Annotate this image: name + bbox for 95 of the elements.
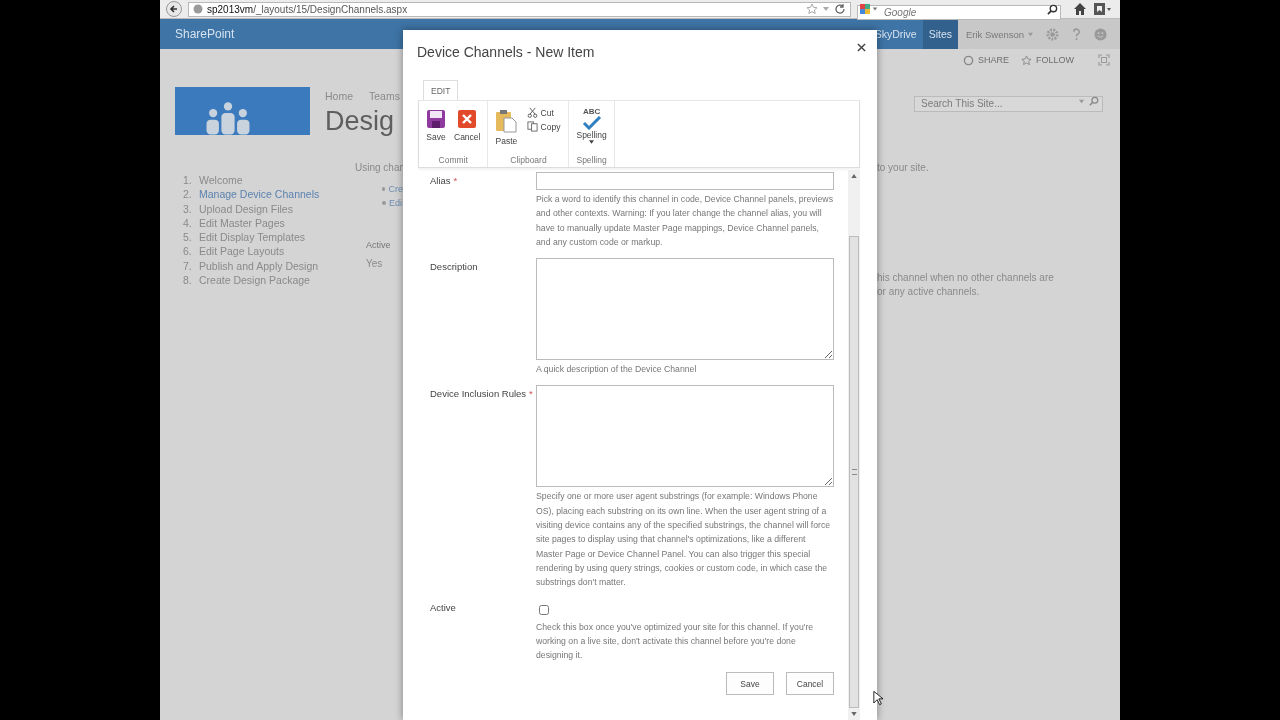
clipboard-icon bbox=[495, 109, 518, 133]
copy-button[interactable]: Copy bbox=[524, 120, 563, 133]
caret-icon bbox=[1028, 31, 1034, 37]
action-link[interactable]: Cre bbox=[388, 182, 403, 196]
form-button[interactable]: Cancel bbox=[786, 672, 834, 696]
cancel-button[interactable]: Cancel bbox=[450, 105, 485, 142]
scissors-icon bbox=[526, 107, 538, 118]
nav-link[interactable]: Manage Device Channels bbox=[199, 187, 320, 202]
body-text: or any active channels. bbox=[877, 285, 981, 299]
intro-text: Using chan bbox=[355, 161, 403, 175]
group-label: Commit bbox=[438, 155, 468, 165]
site-logo[interactable] bbox=[175, 87, 310, 135]
address-field[interactable]: sp2013vm/_layouts/15/DesignChannels.aspx bbox=[188, 1, 851, 17]
bullet-icon bbox=[382, 187, 386, 191]
table-cell-text: Yes bbox=[366, 257, 384, 271]
checkbox[interactable] bbox=[539, 604, 549, 615]
group-label: Spelling bbox=[576, 155, 607, 165]
suite-link[interactable]: Sites bbox=[922, 19, 958, 49]
nav-link[interactable]: Welcome bbox=[199, 173, 243, 188]
step-number: 8. bbox=[183, 273, 193, 288]
help-icon[interactable] bbox=[1072, 27, 1082, 41]
step-number: 6. bbox=[183, 244, 193, 259]
field-label: Active bbox=[430, 601, 456, 615]
close-icon[interactable] bbox=[857, 42, 866, 52]
nav-link[interactable]: Home bbox=[325, 90, 353, 102]
home-icon[interactable] bbox=[1073, 2, 1087, 16]
refresh-icon[interactable] bbox=[834, 3, 846, 15]
url-text: sp2013vm/_layouts/15/DesignChannels.aspx bbox=[207, 3, 408, 15]
search-field[interactable]: Search This Site... bbox=[914, 95, 1103, 112]
field-label: Description bbox=[430, 261, 478, 275]
google-icon bbox=[860, 4, 870, 14]
copy-icon bbox=[526, 121, 538, 132]
text-area[interactable] bbox=[536, 258, 834, 361]
field-label: Device Inclusion Rules bbox=[430, 388, 527, 402]
scroll-up-icon[interactable] bbox=[851, 174, 857, 178]
body-text: his channel when no other channels are bbox=[877, 271, 1054, 285]
step-number: 2. bbox=[183, 187, 193, 202]
search-icon[interactable] bbox=[1047, 3, 1058, 15]
nav-link[interactable]: Teams bbox=[369, 90, 400, 102]
step-number: 4. bbox=[183, 215, 193, 231]
nav-link[interactable]: Edit Page Layouts bbox=[199, 244, 285, 259]
search-field[interactable]: Google bbox=[857, 4, 1061, 20]
smiley-icon[interactable] bbox=[1094, 27, 1108, 41]
dropdown-icon[interactable] bbox=[1078, 97, 1085, 105]
bookmarks-icon[interactable] bbox=[1093, 2, 1111, 16]
column-header: Active bbox=[366, 240, 392, 250]
page-title: Desig bbox=[325, 105, 396, 137]
caret-icon bbox=[589, 140, 595, 144]
save-button[interactable]: Save bbox=[422, 105, 450, 142]
ribbon-tab[interactable]: EDIT bbox=[423, 80, 459, 100]
field-label: Alias bbox=[430, 175, 451, 188]
step-number: 7. bbox=[183, 258, 193, 274]
nav-link[interactable]: Upload Design Files bbox=[199, 201, 293, 216]
share-icon bbox=[962, 54, 974, 66]
dropdown-icon[interactable] bbox=[822, 5, 830, 13]
scroll-thumb[interactable] bbox=[849, 236, 859, 708]
brand-name[interactable]: SharePoint bbox=[175, 27, 235, 41]
step-number: 5. bbox=[183, 230, 193, 245]
focus-icon[interactable] bbox=[1098, 54, 1110, 66]
user-menu[interactable]: Erik Swenson bbox=[966, 28, 1025, 40]
back-icon[interactable] bbox=[166, 1, 182, 17]
follow-link[interactable]: FOLLOW bbox=[1021, 54, 1074, 66]
nav-link[interactable]: Publish and Apply Design bbox=[199, 258, 319, 274]
checkmark-icon bbox=[581, 116, 602, 130]
spelling-button[interactable]: ABC Spelling bbox=[572, 105, 611, 144]
scroll-down-icon[interactable] bbox=[851, 712, 857, 716]
group-label: Clipboard bbox=[510, 155, 547, 165]
nav-link[interactable]: Edit Master Pages bbox=[199, 215, 285, 231]
body-text: to your site. bbox=[877, 161, 930, 175]
close-icon bbox=[457, 109, 478, 129]
share-link[interactable]: SHARE bbox=[962, 54, 1009, 66]
step-number: 3. bbox=[183, 201, 193, 216]
cut-button[interactable]: Cut bbox=[524, 106, 556, 119]
required-mark: * bbox=[453, 175, 458, 188]
star-icon bbox=[1021, 54, 1032, 66]
help-text: Check this box once you've optimized your site for this channel. If you're working on a live site, don't activate this channel before you're done designing it. bbox=[536, 620, 815, 663]
input-field[interactable] bbox=[536, 172, 834, 190]
help-text: A quick description of the Device Channel bbox=[536, 363, 698, 377]
help-text: Pick a word to identify this channel in code, Device Channel panels, previews and other contexts. Warning: If you later change the channel alias, you will have to manually update Master Page mappings, Device Channel panels, and any custom code or markup. bbox=[536, 193, 834, 249]
floppy-icon bbox=[426, 109, 446, 129]
form-button[interactable]: Save bbox=[726, 672, 774, 696]
paste-button[interactable]: Paste bbox=[491, 105, 522, 146]
step-number: 1. bbox=[183, 173, 193, 188]
required-mark: * bbox=[529, 388, 533, 402]
bullet-icon bbox=[382, 201, 386, 205]
dialog-title: Device Channels - New Item bbox=[417, 44, 596, 60]
nav-link[interactable]: Edit Display Templates bbox=[199, 230, 306, 245]
scrollbar[interactable] bbox=[848, 170, 860, 720]
settings-icon[interactable] bbox=[1046, 27, 1060, 41]
help-text: Specify one or more user agent substrings (for example: Windows Phone OS), placing each substring on its own line. When the user agent string of a visiting device contains any of the specified substrings, the channel will force site pages to display using that channel's optimizations, like a different Master Page or Device Channel Panel. You can also trigger this special rendering by using query strings, cookies or custom code, in which case the substrings don't matter. bbox=[536, 490, 832, 590]
text-area[interactable] bbox=[536, 385, 834, 488]
nav-link[interactable]: Create Design Package bbox=[199, 273, 310, 288]
action-link[interactable]: Edi bbox=[389, 196, 402, 210]
star-icon[interactable] bbox=[806, 3, 818, 15]
dropdown-icon[interactable] bbox=[872, 6, 878, 12]
